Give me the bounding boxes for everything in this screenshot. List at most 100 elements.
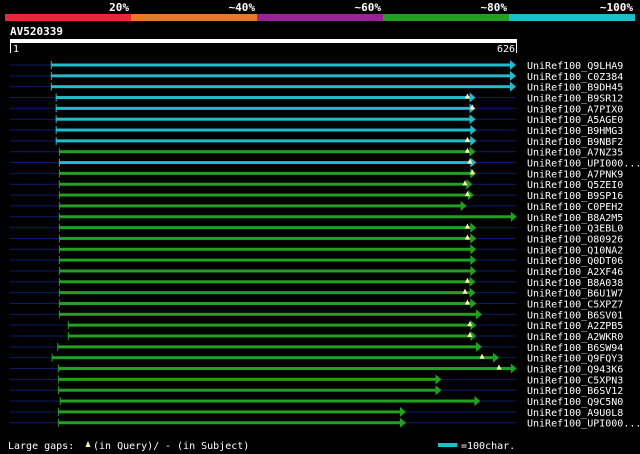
- hit-bar[interactable]: [58, 410, 401, 414]
- hit-bar[interactable]: [57, 345, 477, 349]
- hit-bar[interactable]: [58, 367, 512, 371]
- hit-label[interactable]: UniRef100_B8A038: [527, 278, 623, 289]
- hit-label[interactable]: UniRef100_Q9C5N0: [527, 397, 623, 408]
- hit-bar[interactable]: [58, 377, 437, 381]
- hit-row[interactable]: UniRef100_A7PNK9: [10, 168, 623, 180]
- hit-row[interactable]: UniRef100_A7PIX0: [10, 103, 623, 115]
- hit-row[interactable]: UniRef100_A5AGE0: [10, 114, 623, 126]
- hit-label[interactable]: UniRef100_Q0DT06: [527, 256, 623, 267]
- hit-row[interactable]: UniRef100_Q9C5N0: [10, 396, 623, 408]
- hit-label[interactable]: UniRef100_A2ZPB5: [527, 321, 623, 332]
- hit-row[interactable]: UniRef100_B9SP16: [10, 190, 623, 202]
- hit-bar[interactable]: [56, 96, 471, 100]
- hit-bar[interactable]: [59, 291, 471, 295]
- hit-bar[interactable]: [56, 106, 471, 110]
- hit-label[interactable]: UniRef100_C0Z384: [527, 72, 623, 83]
- hit-bar[interactable]: [59, 280, 471, 284]
- hit-bar[interactable]: [56, 128, 472, 132]
- hit-bar[interactable]: [59, 226, 472, 230]
- hit-row[interactable]: UniRef100_B9HMG3: [10, 125, 623, 137]
- hit-bar[interactable]: [59, 204, 462, 208]
- hit-label[interactable]: UniRef100_A2XF46: [527, 267, 623, 278]
- hit-row[interactable]: UniRef100_B9NBF2: [10, 135, 623, 148]
- hit-bar[interactable]: [59, 312, 477, 316]
- hit-bar[interactable]: [68, 334, 472, 338]
- hit-row[interactable]: UniRef100_C5XPZ7: [10, 298, 623, 310]
- hit-label[interactable]: UniRef100_B9HMG3: [527, 126, 623, 137]
- hit-bar[interactable]: [59, 193, 469, 197]
- hit-row[interactable]: UniRef100_B9SR12: [10, 92, 623, 105]
- hit-bar[interactable]: [59, 269, 472, 273]
- hit-label[interactable]: UniRef100_B6SV12: [527, 386, 623, 397]
- hit-label[interactable]: UniRef100_C0PEH2: [527, 202, 623, 213]
- hit-row[interactable]: UniRef100_O80926: [10, 233, 623, 245]
- hit-row[interactable]: UniRef100_B6SV12: [10, 385, 623, 397]
- hit-bar[interactable]: [51, 63, 511, 67]
- hit-label[interactable]: UniRef100_C5XPZ7: [527, 299, 623, 310]
- hit-label[interactable]: UniRef100_B6U1W7: [527, 289, 623, 300]
- hit-bar[interactable]: [56, 117, 471, 121]
- hit-row[interactable]: UniRef100_A9U0L8: [10, 406, 623, 419]
- hit-row[interactable]: UniRef100_C0Z384: [10, 70, 623, 83]
- hit-row[interactable]: UniRef100_Q10NA2: [10, 244, 623, 256]
- hit-label[interactable]: UniRef100_B9DH45: [527, 83, 623, 94]
- hit-row[interactable]: UniRef100_A2WKR0: [10, 331, 623, 343]
- hit-row[interactable]: UniRef100_Q9LHA9: [10, 60, 623, 72]
- hit-bar[interactable]: [59, 258, 472, 262]
- hit-bar[interactable]: [60, 399, 476, 403]
- hit-row[interactable]: UniRef100_Q943K6: [10, 363, 623, 376]
- hit-bar[interactable]: [59, 161, 472, 165]
- hit-label[interactable]: UniRef100_B9SP16: [527, 191, 623, 202]
- hit-label[interactable]: UniRef100_B8A2M5: [527, 213, 623, 224]
- hit-bar[interactable]: [56, 139, 472, 143]
- hit-bar[interactable]: [58, 421, 401, 425]
- hit-bar[interactable]: [58, 388, 437, 392]
- hit-label[interactable]: UniRef100_UPI000...: [527, 159, 640, 170]
- hit-row[interactable]: UniRef100_C5XPN3: [10, 374, 623, 386]
- hit-bar[interactable]: [59, 247, 472, 251]
- hit-row[interactable]: UniRef100_A2ZPB5: [10, 320, 623, 332]
- hit-row[interactable]: UniRef100_A7NZ35: [10, 146, 623, 159]
- hit-bar[interactable]: [52, 356, 494, 360]
- hit-label[interactable]: UniRef100_A7NZ35: [527, 148, 623, 159]
- hit-label[interactable]: UniRef100_Q10NA2: [527, 245, 623, 256]
- hit-bar[interactable]: [59, 171, 472, 175]
- hit-row[interactable]: UniRef100_Q0DT06: [10, 255, 623, 267]
- hit-bar[interactable]: [68, 323, 472, 327]
- hit-label[interactable]: UniRef100_Q9FQY3: [527, 354, 623, 365]
- hit-bar[interactable]: [59, 182, 468, 186]
- hit-row[interactable]: UniRef100_A2XF46: [10, 265, 623, 278]
- hit-row[interactable]: UniRef100_UPI000...: [10, 157, 640, 170]
- hit-row[interactable]: UniRef100_Q9FQY3: [10, 352, 623, 365]
- hit-label[interactable]: UniRef100_A2WKR0: [527, 332, 623, 343]
- hit-label[interactable]: UniRef100_C5XPN3: [527, 375, 623, 386]
- hit-row[interactable]: UniRef100_B9DH45: [10, 81, 623, 94]
- hit-bar[interactable]: [59, 150, 471, 154]
- hit-label[interactable]: UniRef100_Q5ZEI0: [527, 180, 623, 191]
- hit-label[interactable]: UniRef100_A9U0L8: [527, 408, 623, 419]
- hit-bar[interactable]: [59, 301, 472, 305]
- hit-label[interactable]: UniRef100_UPI000...: [527, 419, 640, 430]
- hit-label[interactable]: UniRef100_A7PNK9: [527, 169, 623, 180]
- hit-row[interactable]: UniRef100_B8A2M5: [10, 211, 623, 224]
- hit-label[interactable]: UniRef100_Q9LHA9: [527, 61, 623, 72]
- hit-row[interactable]: UniRef100_C0PEH2: [10, 200, 623, 213]
- hit-bar[interactable]: [51, 85, 511, 89]
- hit-row[interactable]: UniRef100_Q5ZEI0: [10, 179, 623, 191]
- hit-label[interactable]: UniRef100_B9SR12: [527, 94, 623, 105]
- hit-label[interactable]: UniRef100_A7PIX0: [527, 104, 623, 115]
- hit-label[interactable]: UniRef100_Q943K6: [527, 365, 623, 376]
- hit-label[interactable]: UniRef100_Q3EBL0: [527, 224, 623, 235]
- hit-label[interactable]: UniRef100_O80926: [527, 234, 623, 245]
- hit-row[interactable]: UniRef100_Q3EBL0: [10, 222, 623, 235]
- hit-row[interactable]: UniRef100_B6SW94: [10, 341, 623, 354]
- hit-row[interactable]: UniRef100_UPI000...: [10, 417, 640, 430]
- hit-row[interactable]: UniRef100_B8A038: [10, 276, 623, 289]
- hit-row[interactable]: UniRef100_B6U1W7: [10, 287, 623, 300]
- hit-bar[interactable]: [59, 215, 512, 219]
- hit-label[interactable]: UniRef100_B9NBF2: [527, 137, 623, 148]
- hit-label[interactable]: UniRef100_B6SV01: [527, 310, 623, 321]
- hit-label[interactable]: UniRef100_B6SW94: [527, 343, 623, 354]
- hit-label[interactable]: UniRef100_A5AGE0: [527, 115, 623, 126]
- hit-bar[interactable]: [59, 236, 472, 240]
